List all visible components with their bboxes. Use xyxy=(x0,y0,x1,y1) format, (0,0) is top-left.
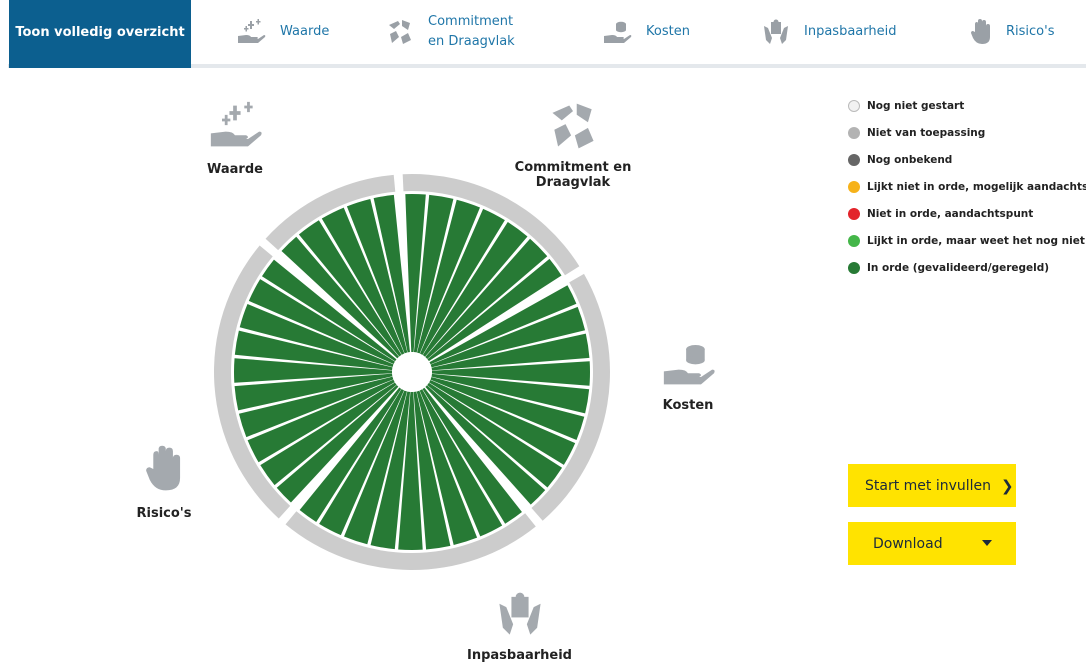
legend-label: Niet in orde, aandachtspunt xyxy=(867,207,1034,220)
download-button[interactable]: Download xyxy=(848,522,1016,565)
legend-dot-unknown xyxy=(848,153,860,166)
legend-label: Niet van toepassing xyxy=(867,126,986,139)
hand-stop-icon xyxy=(124,444,204,494)
legend-item: Lijkt in orde, maar weet het nog niet ze… xyxy=(848,227,1086,254)
category-waarde[interactable]: Waarde xyxy=(195,100,275,177)
start-filling-label: Start met invullen xyxy=(865,477,992,494)
legend-label: In orde (gevalideerd/geregeld) xyxy=(867,261,1050,274)
hand-coins-icon xyxy=(648,338,728,390)
legend-dot-seems-ok xyxy=(848,234,860,247)
hand-plus-icon xyxy=(195,100,275,152)
legend-item: Lijkt niet in orde, mogelijk aandachtspu… xyxy=(848,173,1086,200)
hands-together-icon xyxy=(478,98,668,154)
wheel-center xyxy=(392,352,432,392)
legend-label: Nog niet gestart xyxy=(867,99,965,112)
chevron-right-icon: ❯ xyxy=(1001,476,1014,495)
category-commitment[interactable]: Commitment en Draagvlak xyxy=(478,98,668,190)
download-label: Download xyxy=(873,535,943,552)
start-filling-button[interactable]: Start met invullen ❯ xyxy=(848,464,1016,507)
legend-label: Lijkt niet in orde, mogelijk aandachtspu… xyxy=(867,180,1086,193)
legend-dot-possible-attention xyxy=(848,180,860,193)
category-kosten-label: Kosten xyxy=(662,398,714,413)
legend-item: Nog onbekend xyxy=(848,146,1086,173)
legend-item: Nog niet gestart xyxy=(848,92,1086,119)
category-commitment-label: Commitment en Draagvlak xyxy=(514,160,632,190)
category-risicos-label: Risico's xyxy=(136,506,192,521)
category-inpasbaarheid[interactable]: Inpasbaarheid xyxy=(462,590,577,663)
legend-label: Lijkt in orde, maar weet het nog niet ze… xyxy=(867,234,1086,247)
legend-dot-not-started xyxy=(848,99,860,112)
legend-dot-attention xyxy=(848,207,860,220)
legend-dot-ok xyxy=(848,261,860,274)
category-risicos[interactable]: Risico's xyxy=(124,444,204,521)
legend-dot-not-applicable xyxy=(848,126,860,139)
category-kosten[interactable]: Kosten xyxy=(648,338,728,413)
category-waarde-label: Waarde xyxy=(207,162,263,177)
category-inpasbaarheid-label: Inpasbaarheid xyxy=(466,648,572,663)
status-legend: Nog niet gestart Niet van toepassing Nog… xyxy=(848,92,1086,281)
legend-item: In orde (gevalideerd/geregeld) xyxy=(848,254,1086,281)
hands-puzzle-icon xyxy=(462,590,577,638)
legend-item: Niet van toepassing xyxy=(848,119,1086,146)
caret-down-icon xyxy=(982,540,992,546)
legend-label: Nog onbekend xyxy=(867,153,953,166)
legend-item: Niet in orde, aandachtspunt xyxy=(848,200,1086,227)
